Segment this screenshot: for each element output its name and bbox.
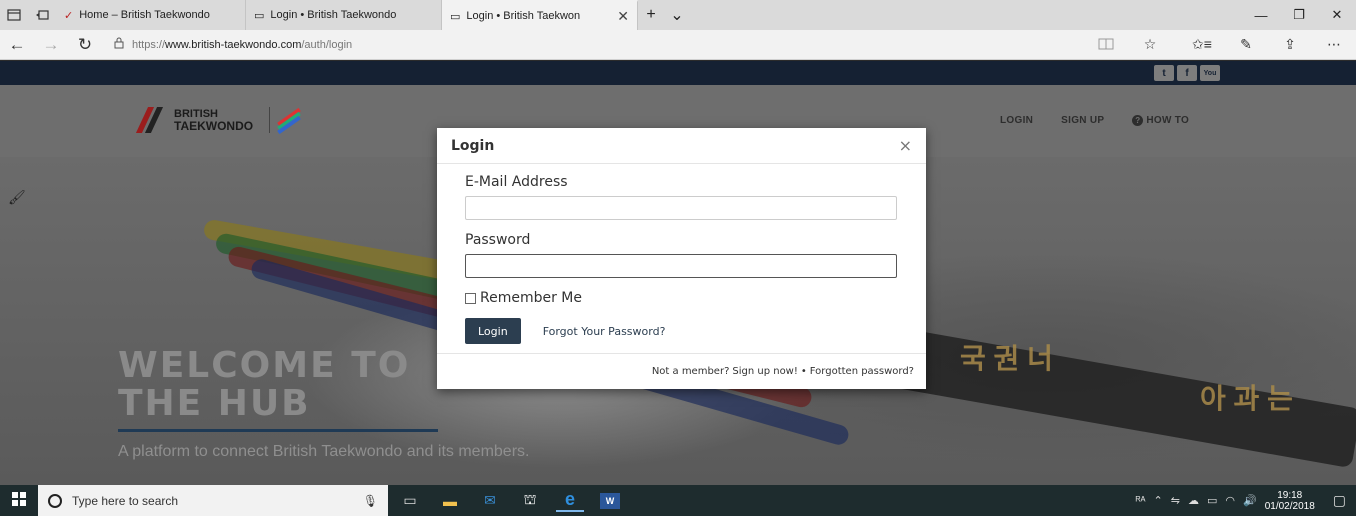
logo-mark-icon	[135, 107, 168, 133]
brush-icon[interactable]: 🖌	[8, 189, 26, 206]
cortana-icon	[48, 493, 62, 508]
windows-taskbar: Type here to search 🎙 ▭ ▬ ✉ ⛫ e W ᴿᴬ ⌃ ⇋…	[0, 485, 1356, 516]
pen-icon[interactable]: ✎	[1224, 36, 1268, 53]
date: 01/02/2018	[1264, 500, 1315, 512]
usb-icon[interactable]: ⇋	[1171, 494, 1180, 507]
system-tray: ᴿᴬ ⌃ ⇋ ☁ ▭ ◠ 🔊 19:18 01/02/2018 ▢	[1136, 490, 1346, 512]
back-button[interactable]: ←	[0, 35, 34, 55]
tab-label: Home – British Taekwondo	[79, 9, 210, 21]
favorites-hub-icon[interactable]: ✩≡	[1180, 36, 1224, 53]
wifi-icon[interactable]: ◠	[1225, 494, 1235, 507]
battery-icon[interactable]: ▭	[1207, 494, 1217, 507]
tab-preview-icon[interactable]	[0, 0, 28, 30]
modal-footer: Not a member? Sign up now! • Forgotten p…	[437, 353, 926, 389]
email-field[interactable]	[465, 196, 897, 220]
onedrive-icon[interactable]: ☁	[1188, 494, 1199, 507]
edge-browser-icon[interactable]: e	[556, 489, 584, 512]
nav-howto[interactable]: ? HOW TO	[1132, 115, 1189, 126]
lock-icon	[114, 37, 124, 52]
more-icon[interactable]: ⋯	[1312, 36, 1356, 53]
action-center-icon[interactable]: ▢	[1333, 492, 1346, 509]
login-button[interactable]: Login	[465, 318, 521, 344]
modal-header: Login ×	[437, 128, 926, 164]
social-bar: t f You	[0, 61, 1356, 85]
favorite-star-icon[interactable]: ☆	[1128, 36, 1172, 53]
tab-home-british-taekwondo[interactable]: ✓ Home – British Taekwondo	[56, 0, 246, 30]
file-explorer-icon[interactable]: ▬	[436, 490, 464, 512]
minimize-button[interactable]: —	[1242, 0, 1280, 30]
password-label: Password	[465, 232, 531, 248]
set-aside-tabs-icon[interactable]	[28, 0, 56, 30]
reading-view-icon[interactable]	[1084, 37, 1128, 53]
british-taekwondo-logo[interactable]: BRITISH TAEKWONDO	[135, 107, 301, 135]
task-view-icon[interactable]: ▭	[396, 490, 424, 512]
windows-start-icon[interactable]	[0, 491, 38, 510]
new-tab-button[interactable]: +	[638, 0, 664, 30]
url-field[interactable]: https:// www.british-taekwondo.com /auth…	[114, 34, 1084, 56]
forgot-password-link[interactable]: Forgot Your Password?	[543, 325, 666, 338]
tab-label: Login • British Taekwondo	[270, 9, 397, 21]
clock[interactable]: 19:18 01/02/2018	[1265, 490, 1315, 512]
tab-login-british-taekwondo[interactable]: ▭ Login • British Taekwondo	[246, 0, 442, 30]
restore-button[interactable]: ❐	[1280, 0, 1318, 30]
page-favicon-icon: ▭	[450, 10, 461, 23]
password-field[interactable]	[465, 254, 897, 278]
nav-login[interactable]: LOGIN	[1000, 115, 1033, 126]
logo-text: BRITISH TAEKWONDO	[174, 108, 254, 133]
taskbar-apps: ▭ ▬ ✉ ⛫ e W	[396, 489, 620, 512]
tab-list-chevron-icon[interactable]: ⌄	[664, 0, 690, 30]
twitter-icon[interactable]: t	[1154, 65, 1174, 81]
tab-login-active[interactable]: ▭ Login • British Taekwon ✕	[442, 0, 638, 30]
email-label: E-Mail Address	[465, 174, 568, 190]
help-icon: ?	[1132, 115, 1144, 126]
youtube-icon[interactable]: You	[1200, 65, 1220, 81]
remember-me[interactable]: Remember Me	[465, 290, 898, 306]
mail-icon[interactable]: ✉	[476, 490, 504, 512]
belt-lettering: 아 과 는	[1200, 383, 1293, 414]
modal-body: E-Mail Address Password Remember Me Logi…	[437, 164, 926, 344]
login-modal: Login × E-Mail Address Password Remember…	[437, 128, 926, 389]
url-scheme: https://	[132, 38, 166, 51]
not-member-text: Not a member?	[651, 366, 730, 377]
remember-label: Remember Me	[480, 290, 582, 306]
forgotten-password-link[interactable]: Forgotten password?	[810, 366, 914, 377]
share-icon[interactable]: ⇪	[1268, 36, 1312, 53]
close-icon[interactable]: ×	[899, 136, 912, 155]
search-placeholder: Type here to search	[72, 493, 179, 508]
social-links: t f You	[1154, 65, 1220, 81]
remember-checkbox[interactable]	[465, 292, 476, 304]
time: 19:18	[1277, 489, 1303, 501]
people-icon[interactable]: ᴿᴬ	[1136, 495, 1146, 507]
facebook-icon[interactable]: f	[1177, 65, 1197, 81]
signup-link[interactable]: Sign up now!	[732, 366, 798, 377]
page-favicon-icon: ▭	[254, 9, 265, 22]
global-logo-icon	[269, 107, 301, 135]
word-icon[interactable]: W	[600, 492, 620, 509]
hero-title: WELCOME TO THE HUB	[118, 345, 411, 424]
forward-button[interactable]: →	[34, 35, 68, 55]
microphone-icon[interactable]: 🎙	[363, 494, 378, 508]
nav-signup[interactable]: SIGN UP	[1061, 115, 1104, 126]
taekwondo-favicon-icon: ✓	[64, 9, 74, 22]
url-host: www.british-taekwondo.com	[165, 38, 302, 51]
show-hidden-icons-chevron-icon[interactable]: ⌃	[1154, 494, 1163, 507]
top-nav: LOGIN SIGN UP ? HOW TO	[1000, 115, 1189, 126]
tab-label: Login • British Taekwon	[466, 10, 581, 22]
url-path: /auth/login	[301, 38, 353, 51]
footer-separator: •	[800, 366, 807, 377]
refresh-button[interactable]: ↻	[68, 35, 102, 55]
browser-tab-strip: ✓ Home – British Taekwondo ▭ Login • Bri…	[0, 0, 1356, 30]
taskbar-search[interactable]: Type here to search 🎙	[38, 485, 388, 516]
address-bar: ← → ↻ https:// www.british-taekwondo.com…	[0, 30, 1356, 60]
modal-actions: Login Forgot Your Password?	[465, 318, 898, 344]
tab-close-icon[interactable]: ✕	[617, 8, 629, 25]
volume-icon[interactable]: 🔊	[1243, 494, 1257, 507]
hero-divider	[118, 429, 438, 432]
belt-lettering: 국 권 너	[960, 343, 1053, 374]
close-window-button[interactable]: ✕	[1318, 0, 1356, 30]
hero-subtitle: A platform to connect British Taekwondo …	[118, 443, 530, 460]
modal-title: Login	[451, 137, 495, 154]
store-icon[interactable]: ⛫	[516, 490, 544, 512]
